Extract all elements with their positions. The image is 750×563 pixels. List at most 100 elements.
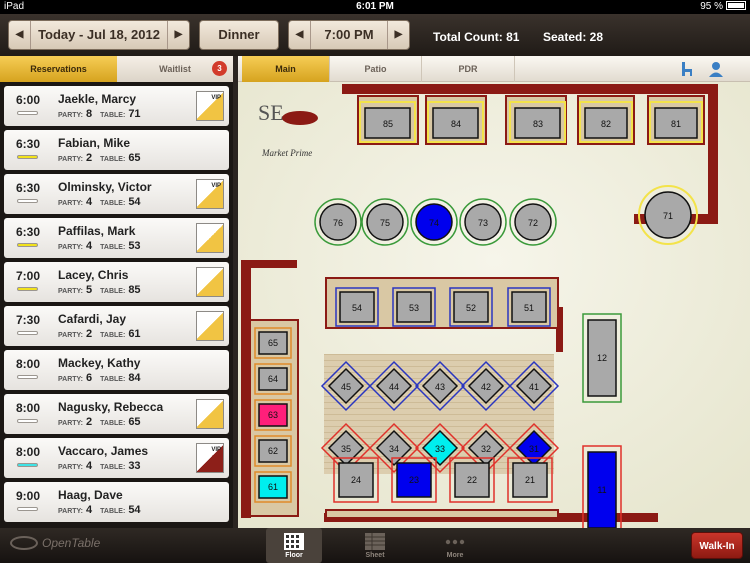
reservation-time: 8:00 bbox=[16, 401, 41, 415]
party-size: 6 bbox=[86, 372, 93, 384]
walk-in-button[interactable]: Walk-In bbox=[691, 532, 743, 559]
party-label: PARTY: bbox=[58, 332, 84, 339]
svg-text:73: 73 bbox=[478, 218, 488, 228]
party-size: 2 bbox=[86, 328, 93, 340]
guest-name: Mackey, Kathy bbox=[58, 356, 141, 370]
meal-label: Dinner bbox=[218, 27, 260, 42]
svg-text:11: 11 bbox=[597, 485, 606, 495]
svg-text:31: 31 bbox=[529, 444, 539, 454]
tab-waitlist[interactable]: Waitlist 3 bbox=[117, 56, 233, 82]
tab-patio[interactable]: Patio bbox=[330, 56, 422, 82]
reservation-tag bbox=[196, 399, 224, 429]
svg-text:61: 61 bbox=[268, 482, 278, 492]
reservation-row[interactable]: 7:30 Cafardi, Jay PARTY: 2 TABLE: 61 bbox=[4, 306, 229, 346]
table-61[interactable]: 61 bbox=[254, 471, 292, 503]
party-size: 4 bbox=[86, 196, 93, 208]
reservation-row[interactable]: 6:30 Paffilas, Mark PARTY: 4 TABLE: 53 bbox=[4, 218, 229, 258]
restaurant-name: Market Prime bbox=[261, 148, 312, 158]
table-82[interactable]: 82 bbox=[579, 101, 633, 143]
next-date-button[interactable]: ▶ bbox=[167, 21, 189, 49]
svg-text:21: 21 bbox=[525, 475, 535, 485]
brand-name: OpenTable bbox=[42, 536, 101, 550]
svg-text:75: 75 bbox=[380, 218, 390, 228]
table-72[interactable]: 72 bbox=[509, 198, 557, 246]
reservation-row[interactable]: 6:30 Fabian, Mike PARTY: 2 TABLE: 65 bbox=[4, 130, 229, 170]
table-64[interactable]: 64 bbox=[254, 363, 292, 395]
reservation-details: PARTY: 4 TABLE: 54 bbox=[58, 504, 149, 516]
table-label: TABLE: bbox=[100, 508, 126, 515]
status-bar: iPad 6:01 PM 95 % bbox=[0, 0, 750, 14]
table-52[interactable]: 52 bbox=[449, 287, 493, 327]
party-size: 4 bbox=[86, 504, 93, 516]
floor-grid-icon bbox=[284, 533, 304, 550]
table-62[interactable]: 62 bbox=[254, 435, 292, 467]
reservation-tag: VIP bbox=[196, 91, 224, 121]
svg-text:33: 33 bbox=[435, 444, 445, 454]
table-85[interactable]: 85 bbox=[359, 101, 416, 143]
reservation-row[interactable]: 8:00 Mackey, Kathy PARTY: 6 TABLE: 84 bbox=[4, 350, 229, 390]
tab-floor[interactable]: Floor bbox=[266, 528, 322, 563]
tab-more[interactable]: More bbox=[427, 528, 483, 563]
tab-main[interactable]: Main bbox=[242, 56, 330, 82]
tab-floor-label: Floor bbox=[285, 552, 303, 559]
prev-date-button[interactable]: ◀ bbox=[9, 21, 31, 49]
guest-name: Nagusky, Rebecca bbox=[58, 400, 164, 414]
reservation-row[interactable]: 8:00 Nagusky, Rebecca PARTY: 2 TABLE: 65 bbox=[4, 394, 229, 434]
table-65[interactable]: 65 bbox=[254, 327, 292, 359]
table-63[interactable]: 63 bbox=[254, 399, 292, 431]
status-bar-indicator bbox=[17, 155, 38, 159]
table-81[interactable]: 81 bbox=[649, 101, 703, 143]
svg-text:82: 82 bbox=[601, 119, 611, 129]
guest-name: Olminsky, Victor bbox=[58, 180, 152, 194]
party-size: 4 bbox=[86, 460, 93, 472]
svg-text:51: 51 bbox=[524, 303, 534, 313]
date-label[interactable]: Today - Jul 18, 2012 bbox=[31, 21, 167, 49]
table-54[interactable]: 54 bbox=[335, 287, 379, 327]
reservation-row[interactable]: 6:00 Jaekle, Marcy PARTY: 8 TABLE: 71 VIP bbox=[4, 86, 229, 126]
table-76[interactable]: 76 bbox=[314, 198, 362, 246]
table-84[interactable]: 84 bbox=[427, 101, 484, 143]
table-71[interactable]: 71 bbox=[638, 185, 698, 245]
reservation-row[interactable]: 8:00 Vaccaro, James PARTY: 4 TABLE: 33 VIP bbox=[4, 438, 229, 478]
table-22[interactable]: 22 bbox=[449, 457, 495, 503]
prev-time-button[interactable]: ◀ bbox=[289, 21, 311, 49]
table-53[interactable]: 53 bbox=[392, 287, 436, 327]
guest-name: Vaccaro, James bbox=[58, 444, 149, 458]
tab-pdr[interactable]: PDR bbox=[422, 56, 515, 82]
reservation-row[interactable]: 9:00 Haag, Dave PARTY: 4 TABLE: 54 bbox=[4, 482, 229, 522]
table-21[interactable]: 21 bbox=[507, 457, 553, 503]
table-number: 53 bbox=[128, 240, 141, 252]
table-number: 65 bbox=[128, 152, 141, 164]
status-bar-indicator bbox=[17, 419, 38, 423]
tab-sheet[interactable]: Sheet bbox=[347, 528, 403, 563]
table-label: TABLE: bbox=[100, 376, 126, 383]
svg-text:76: 76 bbox=[333, 218, 343, 228]
table-24[interactable]: 24 bbox=[333, 457, 379, 503]
time-label[interactable]: 7:00 PM bbox=[311, 21, 387, 49]
chair-icon[interactable] bbox=[679, 61, 695, 77]
meal-selector[interactable]: Dinner bbox=[199, 20, 279, 50]
reservation-row[interactable]: 6:30 Olminsky, Victor PARTY: 4 TABLE: 54 VIP bbox=[4, 174, 229, 214]
table-73[interactable]: 73 bbox=[459, 198, 507, 246]
table-12[interactable]: 12 bbox=[582, 313, 622, 403]
table-label: TABLE: bbox=[100, 288, 126, 295]
party-label: PARTY: bbox=[58, 244, 84, 251]
reservation-details: PARTY: 4 TABLE: 53 bbox=[58, 240, 149, 252]
table-83[interactable]: 83 bbox=[509, 101, 566, 143]
next-time-button[interactable]: ▶ bbox=[387, 21, 409, 49]
guest-name: Paffilas, Mark bbox=[58, 224, 136, 238]
table-23[interactable]: 23 bbox=[391, 457, 437, 503]
tab-reservations[interactable]: Reservations bbox=[0, 56, 117, 82]
svg-text:45: 45 bbox=[341, 382, 351, 392]
table-number: 84 bbox=[128, 372, 141, 384]
floor-map: SE Market Prime 85 84 83 82 81 76 75 74 … bbox=[238, 82, 750, 528]
reservation-row[interactable]: 7:00 Lacey, Chris PARTY: 5 TABLE: 85 bbox=[4, 262, 229, 302]
table-75[interactable]: 75 bbox=[361, 198, 409, 246]
time-selector: ◀ 7:00 PM ▶ bbox=[288, 20, 410, 50]
party-size: 5 bbox=[86, 284, 93, 296]
table-74[interactable]: 74 bbox=[410, 198, 458, 246]
person-icon[interactable] bbox=[708, 61, 724, 77]
reservation-time: 7:00 bbox=[16, 269, 41, 283]
table-51[interactable]: 51 bbox=[507, 287, 551, 327]
table-11[interactable]: 11 bbox=[582, 445, 622, 528]
